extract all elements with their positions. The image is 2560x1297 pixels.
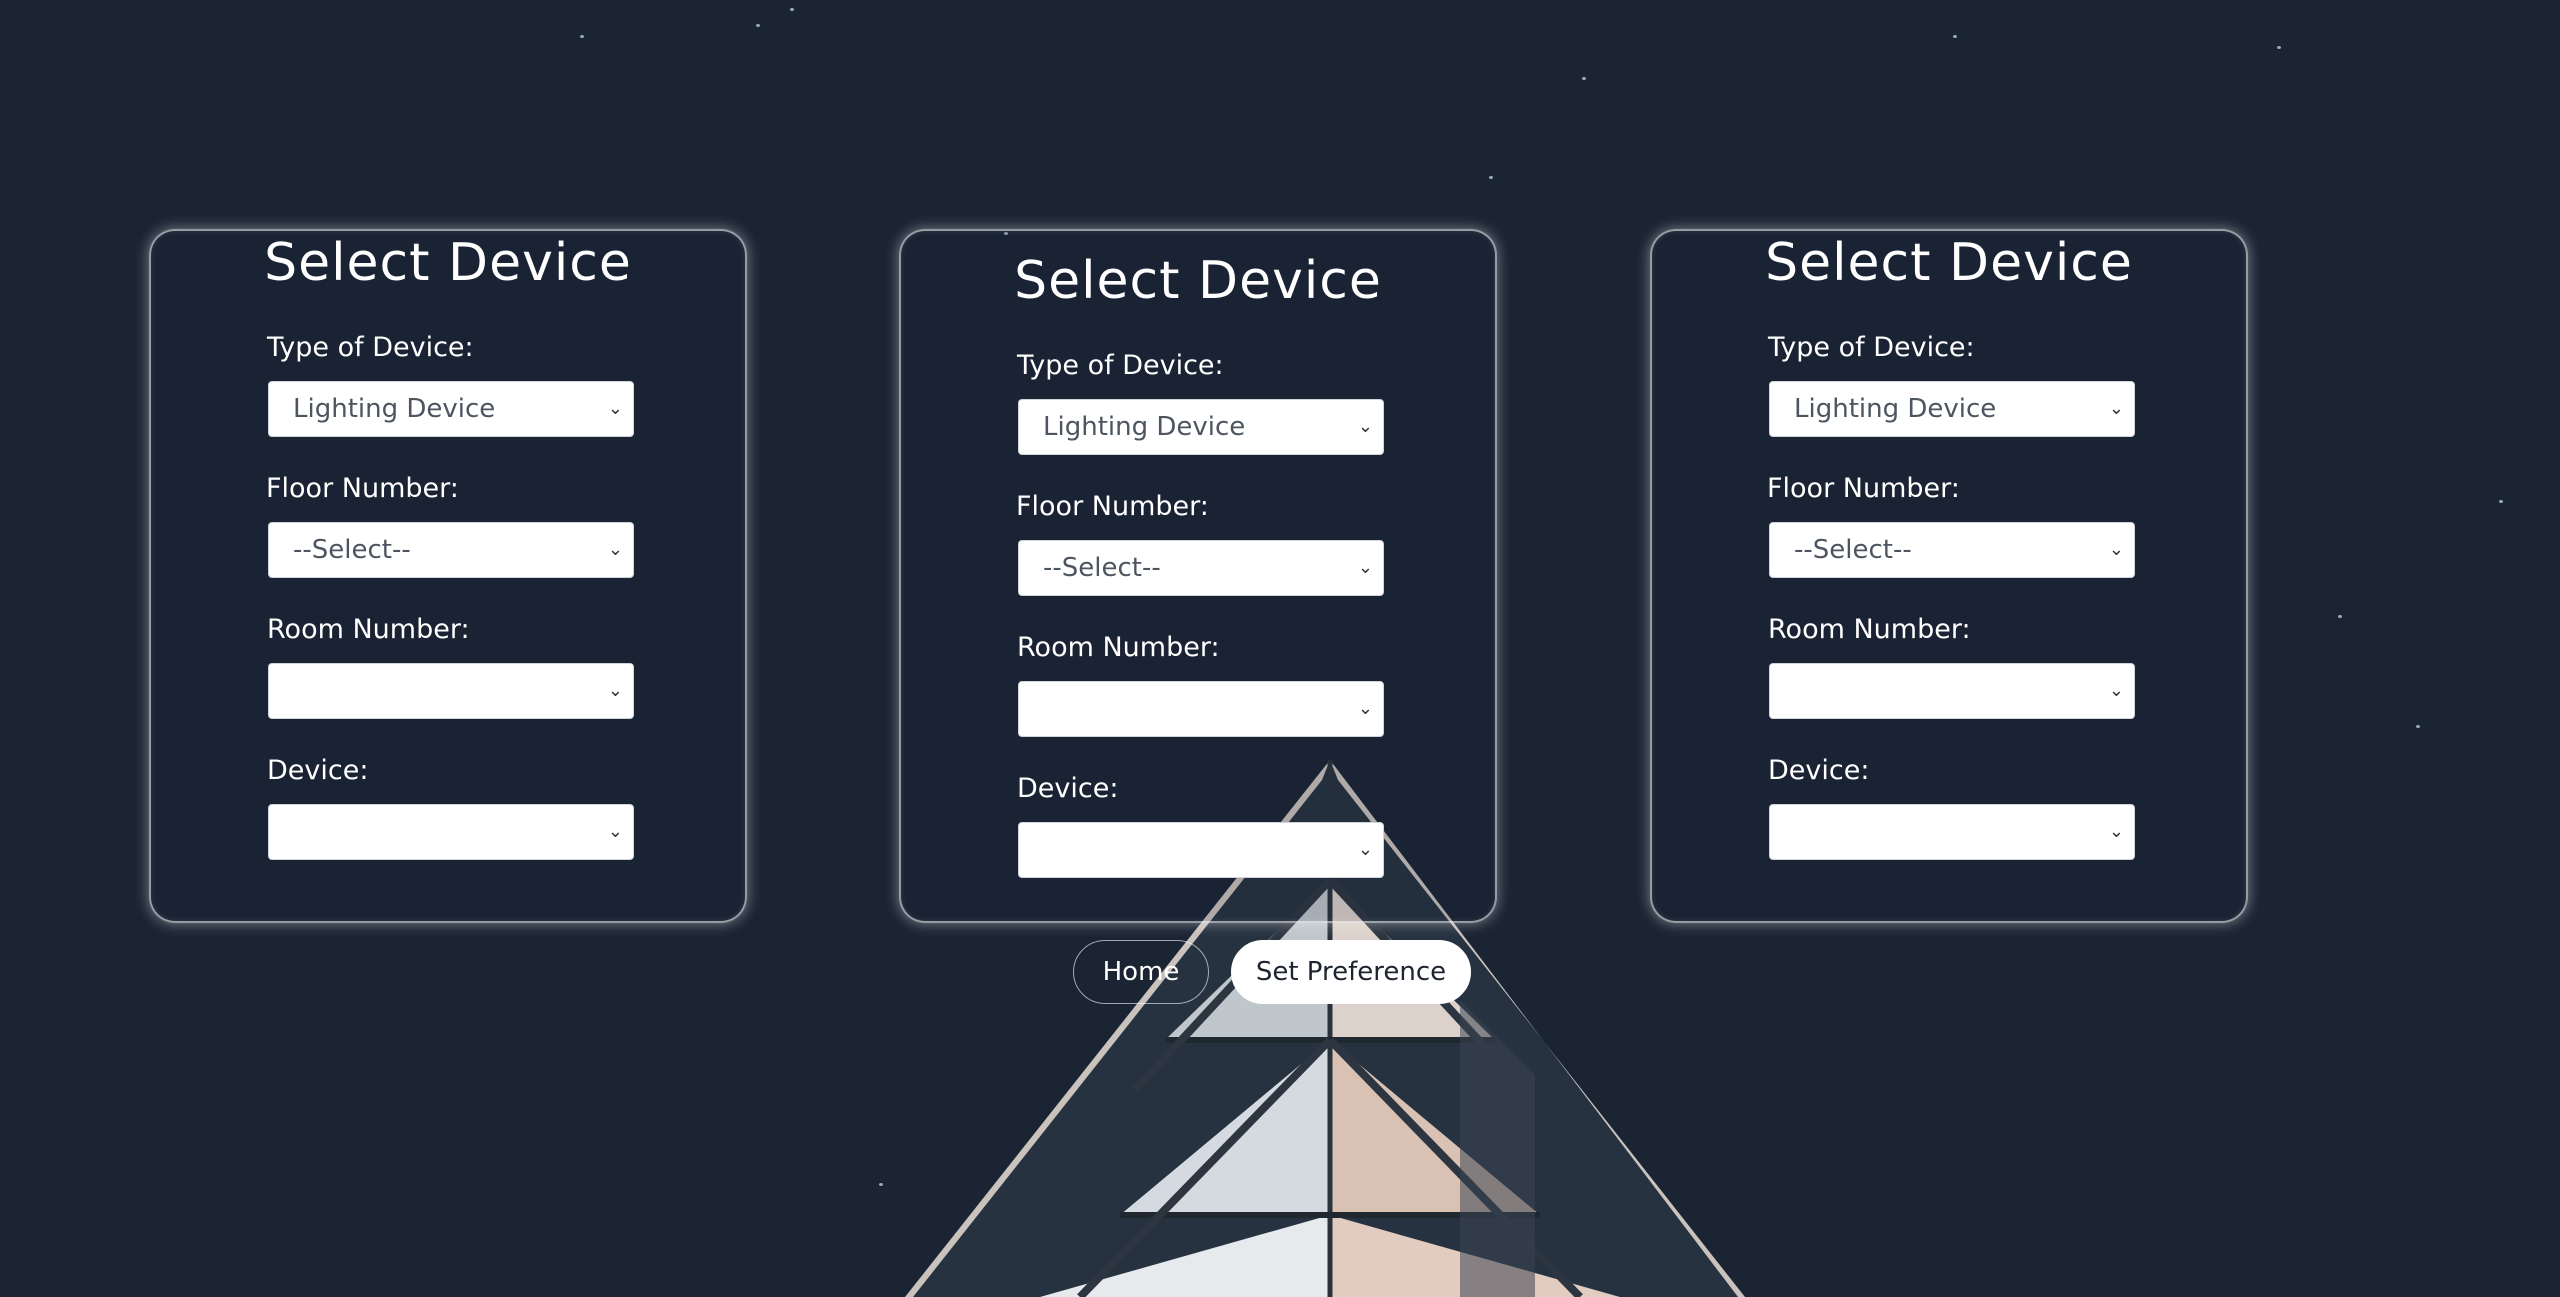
room-number-label: Room Number: [267,614,470,645]
chevron-down-icon: ⌄ [1357,839,1373,860]
set-preference-button[interactable]: Set Preference [1231,940,1471,1004]
type-of-device-select[interactable]: Lighting Device ⌄ [268,381,634,437]
device-label: Device: [1017,773,1119,804]
chevron-down-icon: ⌄ [2108,398,2124,419]
type-of-device-select[interactable]: Lighting Device ⌄ [1769,381,2135,437]
floor-number-value: --Select-- [1794,535,1912,565]
device-select[interactable]: ⌄ [1018,822,1384,878]
room-number-label: Room Number: [1017,632,1220,663]
floor-number-select[interactable]: --Select-- ⌄ [1018,540,1384,596]
room-number-label: Room Number: [1768,614,1971,645]
chevron-down-icon: ⌄ [1357,698,1373,719]
home-button[interactable]: Home [1073,940,1209,1004]
device-label: Device: [1768,755,1870,786]
device-card-1: Select Device Type of Device: Lighting D… [149,229,747,923]
chevron-down-icon: ⌄ [607,821,623,842]
device-label: Device: [267,755,369,786]
chevron-down-icon: ⌄ [2108,821,2124,842]
room-number-select[interactable]: ⌄ [1018,681,1384,737]
chevron-down-icon: ⌄ [2108,680,2124,701]
room-number-select[interactable]: ⌄ [268,663,634,719]
chevron-down-icon: ⌄ [2108,539,2124,560]
type-of-device-label: Type of Device: [267,332,474,363]
type-of-device-label: Type of Device: [1017,350,1224,381]
device-select[interactable]: ⌄ [268,804,634,860]
floor-number-label: Floor Number: [1016,491,1209,522]
type-of-device-label: Type of Device: [1768,332,1975,363]
floor-number-value: --Select-- [293,535,411,565]
room-number-select[interactable]: ⌄ [1769,663,2135,719]
floor-number-label: Floor Number: [1767,473,1960,504]
chevron-down-icon: ⌄ [1357,557,1373,578]
type-of-device-select[interactable]: Lighting Device ⌄ [1018,399,1384,455]
device-card-2: Select Device Type of Device: Lighting D… [899,229,1497,923]
floor-number-select[interactable]: --Select-- ⌄ [1769,522,2135,578]
chevron-down-icon: ⌄ [607,539,623,560]
card-title: Select Device [264,233,632,293]
chevron-down-icon: ⌄ [607,398,623,419]
type-of-device-value: Lighting Device [1794,394,1997,424]
type-of-device-value: Lighting Device [293,394,496,424]
device-select[interactable]: ⌄ [1769,804,2135,860]
chevron-down-icon: ⌄ [1357,416,1373,437]
device-card-3: Select Device Type of Device: Lighting D… [1650,229,2248,923]
chevron-down-icon: ⌄ [607,680,623,701]
floor-number-select[interactable]: --Select-- ⌄ [268,522,634,578]
floor-number-label: Floor Number: [266,473,459,504]
floor-number-value: --Select-- [1043,553,1161,583]
card-title: Select Device [1765,233,2133,293]
card-title: Select Device [1014,251,1382,311]
type-of-device-value: Lighting Device [1043,412,1246,442]
